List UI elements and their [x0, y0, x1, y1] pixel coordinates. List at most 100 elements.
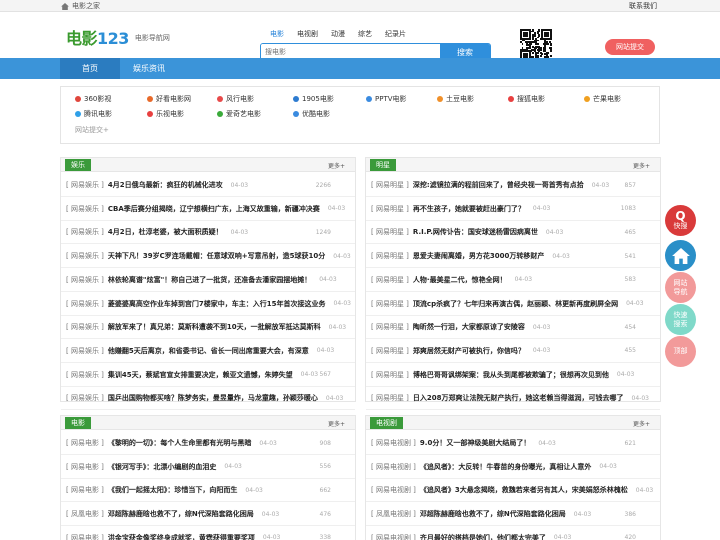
category-tv[interactable]: 电视剧 [297, 29, 318, 39]
logo[interactable]: 电影123 电影导航网 [66, 25, 170, 49]
news-title[interactable]: 林依轮离谱"炫富"！称自己进了一批货，还准备去潘家园摆地摊！ [108, 275, 311, 285]
panel-more-link[interactable]: 更多+ [633, 419, 650, 428]
news-row[interactable]: [ 网易电视剧 ] 《追风者》：大反转！牛春苗的身份曝光，真相让人意外 04-03 [366, 456, 660, 479]
home-button[interactable] [665, 240, 696, 271]
news-title[interactable]: 恩爱夫妻闹离婚，男方花3000万转移财产 [413, 251, 544, 261]
quick-search-button[interactable]: Q 快搜 [665, 205, 696, 236]
site-link[interactable]: 风行电影 [217, 94, 254, 104]
news-title[interactable]: 天神下凡！39岁C罗连场戴帽：任意球双响+写意吊射，造5球获10分 [108, 251, 325, 261]
news-row[interactable]: [ 凤凰电视剧 ] 邓超陈赫鹿晗也救不了，综N代深陷套路化困局 04-03 386 [366, 503, 660, 527]
news-title[interactable]: 集训45天，蔡斌官宣女排重要决定，赖亚文遗憾，朱婷失望 [108, 370, 293, 380]
site-link[interactable]: 1905电影 [293, 94, 334, 104]
back-to-top-button[interactable]: 顶部 [665, 336, 696, 367]
news-title[interactable]: 国乒出国购物都买啥？陈梦务实，曼昱量炸，马龙童趣，孙颖莎暖心 [108, 393, 318, 403]
news-row[interactable]: [ 网易明星 ] 再不生孩子，她就要被赶出豪门了？ 04-03 1083 [366, 198, 660, 221]
news-title[interactable]: 《我们一起摇太阳》：珍惜当下，向阳而生 [108, 485, 238, 495]
news-row[interactable]: [ 网易电影 ] 《银河写手》：北漂小编剧的血泪史 04-03 556 [61, 456, 355, 479]
news-title[interactable]: 郑爽居然无财产可被执行，你信吗？ [413, 346, 525, 356]
news-row[interactable]: [ 网易娱乐 ] 4月2日俄乌最新：疯狂的机械化进攻 04-03 2266 [61, 174, 355, 197]
news-date: 04-03 [626, 300, 644, 307]
site-more-link[interactable]: 网站提交+ [75, 125, 109, 135]
home-label: 电影之家 [72, 2, 100, 10]
panel-more-link[interactable]: 更多+ [633, 161, 650, 170]
fast-search-button[interactable]: 快速 搜索 [665, 304, 696, 335]
news-title[interactable]: 《黎明的一切》：每个人生命里都有光明与黑暗 [108, 438, 252, 448]
news-row[interactable]: [ 网易娱乐 ] CBA季后赛分组揭晓，辽宁想横扫广东，上海又故重输，新疆冲决赛 0… [61, 198, 355, 221]
site-link[interactable]: 好看电影网 [147, 94, 191, 104]
site-link[interactable]: 搜狐电影 [508, 94, 545, 104]
news-row[interactable]: [ 网易明星 ] 恩爱夫妻闹离婚，男方花3000万转移财产 04-03 541 [366, 245, 660, 269]
news-row[interactable]: [ 网易娱乐 ] 集训45天，蔡斌官宣女排重要决定，赖亚文遗憾，朱婷失望 04-03… [61, 364, 355, 387]
news-title[interactable]: 顶流cp杀疯了？七年归来再演古偶，赵丽颖、林更新再度刷屏全网 [413, 299, 618, 309]
panel-title: 电视剧 [370, 417, 403, 429]
news-row[interactable]: [ 网易娱乐 ] 菱婆婆离高空作业车掉到宫门7楼家中，车主：入行15年首次接这业务… [61, 293, 355, 316]
news-row[interactable]: [ 网易电视剧 ] 齐月最好的搭档是她们，他们都太完美了 04-03 420 [366, 527, 660, 540]
news-row[interactable]: [ 网易电影 ] 洪金宝获金像奖终身成就奖，黄霑获得重要奖项 04-03 338 [61, 527, 355, 540]
site-link-label: 爱奇艺电影 [226, 110, 261, 118]
site-link[interactable]: 土豆电影 [437, 94, 474, 104]
category-documentary[interactable]: 纪录片 [385, 29, 406, 39]
news-title[interactable]: 邓超陈赫鹿晗也救不了，综N代深陷套路化困局 [108, 509, 254, 519]
site-link[interactable]: 优酷电影 [293, 109, 330, 119]
news-row[interactable]: [ 网易电视剧 ] 《追风者》3大悬念揭晓，救魏若来者另有其人，宋美娟怒杀林槐松 0… [366, 479, 660, 503]
news-title[interactable]: 人物·最美星二代，惊艳全网！ [413, 275, 507, 285]
news-title[interactable]: 9.0分！又一部神级美剧大结局了！ [420, 438, 530, 448]
news-title[interactable]: 菱婆婆离高空作业车掉到宫门7楼家中，车主：入行15年首次接这业务 [108, 299, 326, 309]
news-row[interactable]: [ 网易娱乐 ] 4月2日，杜淳老婆，被大面积质疑！ 04-03 1249 [61, 221, 355, 245]
news-title[interactable]: 邓超陈赫鹿晗也救不了，综N代深陷套路化困局 [420, 509, 566, 519]
site-nav-button[interactable]: 网站 导航 [665, 272, 696, 303]
news-row[interactable]: [ 网易明星 ] 深挖:滤镜拉满的程前回来了，曾经央视一哥首秀有点拾 04-03 85… [366, 174, 660, 197]
site-link[interactable]: 360影视 [75, 94, 111, 104]
submit-site-button[interactable]: 网站提交 [605, 39, 655, 55]
news-title[interactable]: 博格巴哥哥讽绑架案：我从头到尾都被欺骗了；很想再次见到他 [413, 370, 609, 380]
news-row[interactable]: [ 网易明星 ] R.I.P.网传讣告：国安球迷杨雷因病离世 04-03 465 [366, 221, 660, 245]
news-title[interactable]: 《追风者》3大悬念揭晓，救魏若来者另有其人，宋美娟怒杀林槐松 [420, 485, 628, 495]
news-row[interactable]: [ 网易明星 ] 博格巴哥哥讽绑架案：我从头到尾都被欺骗了；很想再次见到他 04-0… [366, 364, 660, 387]
news-row[interactable]: [ 网易娱乐 ] 国乒出国购物都买啥？陈梦务实，曼昱量炸，马龙童趣，孙颖莎暖心 04… [61, 387, 355, 411]
news-row[interactable]: [ 网易明星 ] 日入208万郑爽让法院无财产执行，她这老赖当得滋润，可钱去哪了 0… [366, 387, 660, 411]
news-title[interactable]: 洪金宝获金像奖终身成就奖，黄霑获得重要奖项 [108, 533, 255, 540]
nav-news[interactable]: 娱乐资讯 [124, 58, 174, 79]
news-row[interactable]: [ 凤凰电影 ] 邓超陈赫鹿晗也救不了，综N代深陷套路化困局 04-03 476 [61, 503, 355, 527]
news-row[interactable]: [ 网易明星 ] 陶昕然一行泪，大家都原谅了安陵容 04-03 454 [366, 316, 660, 340]
news-row[interactable]: [ 网易电视剧 ] 9.0分！又一部神级美剧大结局了！ 04-03 621 [366, 432, 660, 455]
nav-home[interactable]: 首页 [60, 58, 120, 79]
news-row[interactable]: [ 网易电影 ] 《黎明的一切》：每个人生命里都有光明与黑暗 04-03 908 [61, 432, 355, 455]
site-link[interactable]: 乐视电影 [147, 109, 184, 119]
category-variety[interactable]: 综艺 [358, 29, 372, 39]
contact-link[interactable]: 联系我们 [629, 1, 657, 11]
news-row[interactable]: [ 网易娱乐 ] 天神下凡！39岁C罗连场戴帽：任意球双响+写意吊射，造5球获10… [61, 245, 355, 269]
news-source: [ 网易娱乐 ] [66, 252, 104, 261]
news-row[interactable]: [ 网易明星 ] 郑爽居然无财产可被执行，你信吗？ 04-03 455 [366, 340, 660, 363]
panel-more-link[interactable]: 更多+ [328, 161, 345, 170]
side-button-label: 网站 导航 [673, 278, 688, 296]
news-title[interactable]: 再不生孩子，她就要被赶出豪门了？ [413, 204, 525, 214]
site-link-label: 腾讯电影 [84, 110, 112, 118]
news-title[interactable]: 《银河写手》：北漂小编剧的血泪史 [108, 462, 217, 472]
site-link[interactable]: 腾讯电影 [75, 109, 112, 119]
news-row[interactable]: [ 网易电影 ] 《我们一起摇太阳》：珍惜当下，向阳而生 04-03 662 [61, 479, 355, 503]
panel-more-link[interactable]: 更多+ [328, 419, 345, 428]
site-link[interactable]: 芒果电影 [584, 94, 621, 104]
news-title[interactable]: 4月2日，杜淳老婆，被大面积质疑！ [108, 227, 223, 237]
news-row[interactable]: [ 网易明星 ] 顶流cp杀疯了？七年归来再演古偶，赵丽颖、林更新再度刷屏全网 04… [366, 293, 660, 316]
news-title[interactable]: 深挖:滤镜拉满的程前回来了，曾经央视一哥首秀有点拾 [413, 180, 584, 190]
category-anime[interactable]: 动漫 [331, 29, 345, 39]
news-title[interactable]: 解放军来了！真兄弟：莫斯科遭袭不到10天，一批解放军抵达莫斯科 [108, 322, 321, 332]
news-title[interactable]: CBA季后赛分组揭晓，辽宁想横扫广东，上海又故重输，新疆冲决赛 [108, 204, 320, 214]
news-row[interactable]: [ 网易明星 ] 人物·最美星二代，惊艳全网！ 04-03 583 [366, 269, 660, 292]
news-title[interactable]: 《追风者》：大反转！牛春苗的身份曝光，真相让人意外 [420, 462, 592, 472]
news-title[interactable]: 陶昕然一行泪，大家都原谅了安陵容 [413, 322, 525, 332]
news-title[interactable]: 日入208万郑爽让法院无财产执行，她这老赖当得滋润，可钱去哪了 [413, 393, 624, 403]
news-row[interactable]: [ 网易娱乐 ] 他赚翻5天后离京，和省委书记、省长一同出席重要大会，有深意 04-… [61, 340, 355, 363]
news-title[interactable]: 他赚翻5天后离京，和省委书记、省长一同出席重要大会，有深意 [108, 346, 309, 356]
site-link[interactable]: 爱奇艺电影 [217, 109, 261, 119]
news-title[interactable]: R.I.P.网传讣告：国安球迷杨雷因病离世 [413, 227, 538, 237]
category-movie[interactable]: 电影 [270, 29, 284, 39]
news-row[interactable]: [ 网易娱乐 ] 解放军来了！真兄弟：莫斯科遭袭不到10天，一批解放军抵达莫斯科 0… [61, 316, 355, 340]
news-title[interactable]: 齐月最好的搭档是她们，他们都太完美了 [420, 533, 546, 540]
site-link[interactable]: PPTV电影 [366, 94, 407, 104]
home-link[interactable]: 电影之家 [61, 0, 100, 12]
news-title[interactable]: 4月2日俄乌最新：疯狂的机械化进攻 [108, 180, 223, 190]
news-row[interactable]: [ 网易娱乐 ] 林依轮离谱"炫富"！称自己进了一批货，还准备去潘家园摆地摊！ 04… [61, 269, 355, 292]
